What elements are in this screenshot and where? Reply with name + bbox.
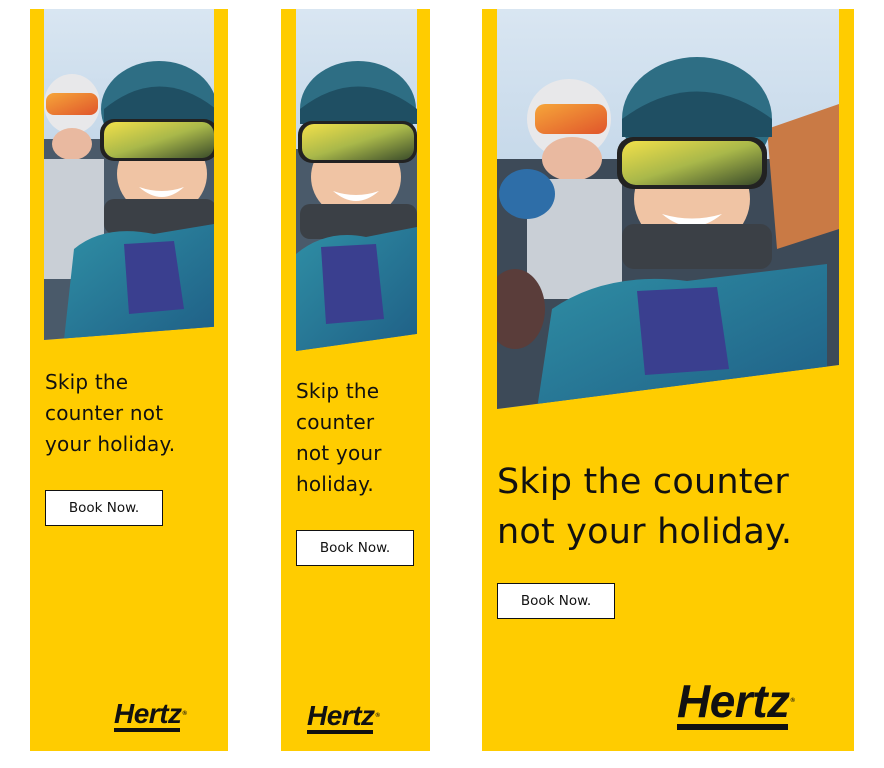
ad-banner-small: Skip the counter not your holiday. Book … xyxy=(30,9,228,751)
ad-banner-large: Skip the counter not your holiday. Book … xyxy=(482,9,854,751)
skier-photo xyxy=(497,9,839,409)
headline-line: Skip the counter xyxy=(497,462,789,502)
skier-photo xyxy=(44,9,214,340)
headline: Skip the counter not your holiday. xyxy=(497,457,792,557)
logo-underline xyxy=(307,730,374,734)
headline-line: not your xyxy=(296,441,382,465)
headline-line: counter not xyxy=(45,401,164,425)
registered-mark: ® xyxy=(375,713,380,719)
logo-text: Hertz xyxy=(307,700,375,731)
headline-line: holiday. xyxy=(296,472,374,496)
headline-line: Skip the xyxy=(45,370,129,394)
registered-mark: ® xyxy=(790,698,795,704)
ad-banner-medium: Skip the counter not your holiday. Book … xyxy=(281,9,430,751)
headline-line: Skip the xyxy=(296,379,380,403)
book-now-button[interactable]: Book Now. xyxy=(497,583,615,619)
book-now-button[interactable]: Book Now. xyxy=(296,530,414,566)
logo-underline xyxy=(114,728,181,732)
headline: Skip the counter not your holiday. xyxy=(296,376,382,500)
logo-underline xyxy=(677,724,789,730)
headline-line: your holiday. xyxy=(45,432,176,456)
hertz-logo: Hertz® xyxy=(307,700,380,734)
registered-mark: ® xyxy=(182,711,187,717)
headline: Skip the counter not your holiday. xyxy=(45,367,175,460)
logo-text: Hertz xyxy=(677,675,790,727)
hertz-logo: Hertz® xyxy=(114,698,187,732)
headline-line: counter xyxy=(296,410,375,434)
skier-photo xyxy=(296,9,417,351)
headline-line: not your holiday. xyxy=(497,512,793,552)
hertz-logo: Hertz® xyxy=(677,675,795,730)
logo-text: Hertz xyxy=(114,698,182,729)
book-now-button[interactable]: Book Now. xyxy=(45,490,163,526)
